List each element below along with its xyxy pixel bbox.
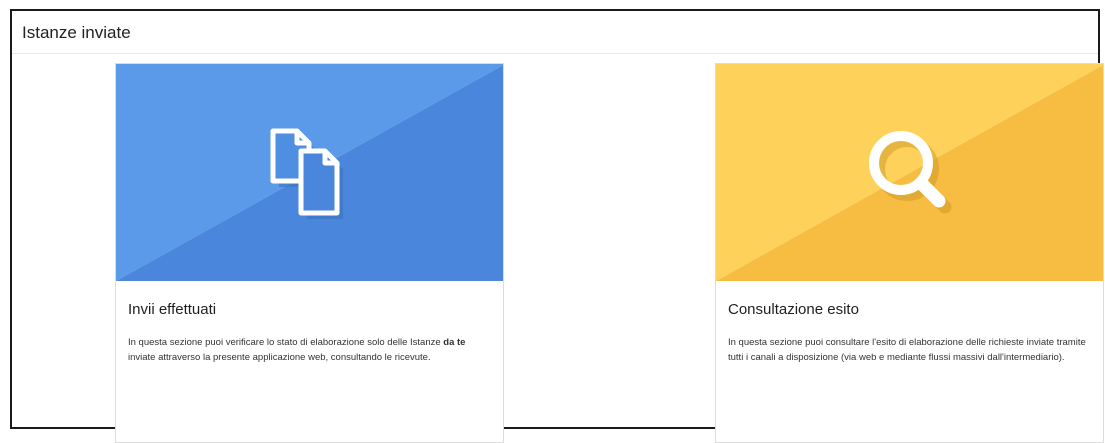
card-invii-effettuati[interactable]: Invii effettuati In questa sezione puoi … — [115, 63, 504, 443]
card-description: In questa sezione puoi consultare l'esit… — [728, 337, 1086, 363]
istanze-inviate-panel: Istanze inviate Invii effettuati In ques… — [10, 9, 1104, 443]
card-consultazione-esito[interactable]: Consultazione esito In questa sezione pu… — [715, 63, 1104, 443]
documents-icon — [270, 128, 343, 219]
card-title: Invii effettuati — [128, 301, 217, 318]
section-title: Istanze inviate — [22, 23, 131, 42]
card-banner-yellow — [716, 64, 1103, 281]
card-banner-blue — [116, 64, 503, 281]
card-description: In questa sezione puoi verificare lo sta… — [128, 337, 466, 363]
section-divider — [12, 53, 1098, 54]
search-icon — [868, 130, 951, 213]
card-title: Consultazione esito — [728, 301, 859, 318]
